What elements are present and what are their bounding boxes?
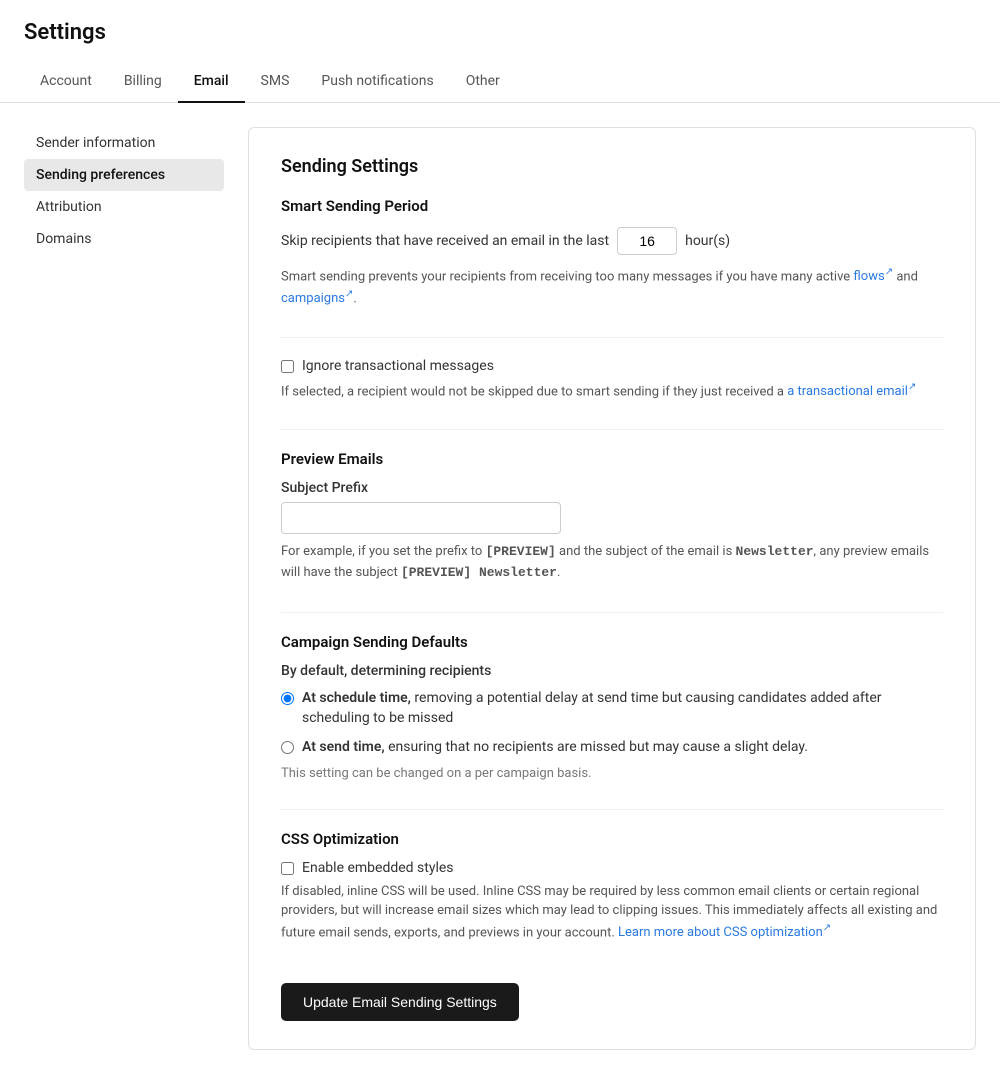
enable-styles-label[interactable]: Enable embedded styles — [302, 860, 454, 876]
send-time-row: At send time, ensuring that no recipient… — [281, 738, 943, 758]
update-email-settings-button[interactable]: Update Email Sending Settings — [281, 983, 519, 1021]
campaign-note: This setting can be changed on a per cam… — [281, 766, 943, 781]
sidebar-item-attribution[interactable]: Attribution — [24, 191, 224, 223]
skip-label: Skip recipients that have received an em… — [281, 233, 609, 249]
subject-prefix-input[interactable] — [281, 502, 561, 534]
smart-sending-title: Smart Sending Period — [281, 197, 943, 215]
subject-prefix-label: Subject Prefix — [281, 480, 943, 496]
ignore-transactional-label[interactable]: Ignore transactional messages — [302, 358, 494, 374]
section-title: Sending Settings — [281, 156, 943, 177]
ignore-transactional-section: Ignore transactional messages If selecte… — [281, 358, 943, 402]
smart-sending-field-row: Skip recipients that have received an em… — [281, 227, 943, 255]
css-optimization-link[interactable]: Learn more about CSS optimization↗ — [618, 925, 831, 940]
css-help-text: If disabled, inline CSS will be used. In… — [281, 882, 943, 943]
schedule-time-label[interactable]: At schedule time, removing a potential d… — [302, 689, 943, 728]
schedule-time-row: At schedule time, removing a potential d… — [281, 689, 943, 728]
recipients-subtitle: By default, determining recipients — [281, 663, 943, 679]
main-panel: Sending Settings Smart Sending Period Sk… — [248, 127, 976, 1050]
sidebar: Sender information Sending preferences A… — [24, 127, 224, 1050]
sidebar-item-sending-prefs[interactable]: Sending preferences — [24, 159, 224, 191]
ignore-transactional-row: Ignore transactional messages — [281, 358, 943, 374]
tab-billing[interactable]: Billing — [108, 61, 178, 103]
hours-input[interactable] — [617, 227, 677, 255]
campaign-defaults-title: Campaign Sending Defaults — [281, 633, 943, 651]
css-optimization-title: CSS Optimization — [281, 830, 943, 848]
preview-emails-title: Preview Emails — [281, 450, 943, 468]
css-optimization-section: CSS Optimization Enable embedded styles … — [281, 830, 943, 943]
transactional-email-link[interactable]: a transactional email↗ — [787, 384, 916, 399]
top-nav: Account Billing Email SMS Push notificat… — [0, 61, 1000, 103]
campaigns-link[interactable]: campaigns↗ — [281, 291, 353, 306]
tab-account[interactable]: Account — [24, 61, 108, 103]
sidebar-item-sender-info[interactable]: Sender information — [24, 127, 224, 159]
campaign-defaults-section: Campaign Sending Defaults By default, de… — [281, 633, 943, 781]
send-time-label[interactable]: At send time, ensuring that no recipient… — [302, 738, 808, 758]
tab-push[interactable]: Push notifications — [305, 61, 449, 103]
ignore-transactional-help: If selected, a recipient would not be sk… — [281, 380, 943, 402]
send-time-radio[interactable] — [281, 741, 294, 754]
sidebar-item-domains[interactable]: Domains — [24, 223, 224, 255]
preview-emails-section: Preview Emails Subject Prefix For exampl… — [281, 450, 943, 584]
smart-sending-section: Smart Sending Period Skip recipients tha… — [281, 197, 943, 309]
example-text: For example, if you set the prefix to [P… — [281, 542, 943, 584]
ignore-transactional-checkbox[interactable] — [281, 360, 294, 373]
flows-link[interactable]: flows↗ — [853, 269, 893, 284]
tab-other[interactable]: Other — [450, 61, 516, 103]
page-title: Settings — [0, 0, 1000, 61]
smart-sending-help: Smart sending prevents your recipients f… — [281, 265, 943, 309]
tab-sms[interactable]: SMS — [245, 61, 306, 103]
tab-email[interactable]: Email — [178, 61, 245, 103]
schedule-time-radio[interactable] — [281, 692, 294, 705]
hours-suffix: hour(s) — [685, 233, 730, 249]
recipient-options: At schedule time, removing a potential d… — [281, 689, 943, 758]
enable-styles-row: Enable embedded styles — [281, 860, 943, 876]
enable-styles-checkbox[interactable] — [281, 862, 294, 875]
